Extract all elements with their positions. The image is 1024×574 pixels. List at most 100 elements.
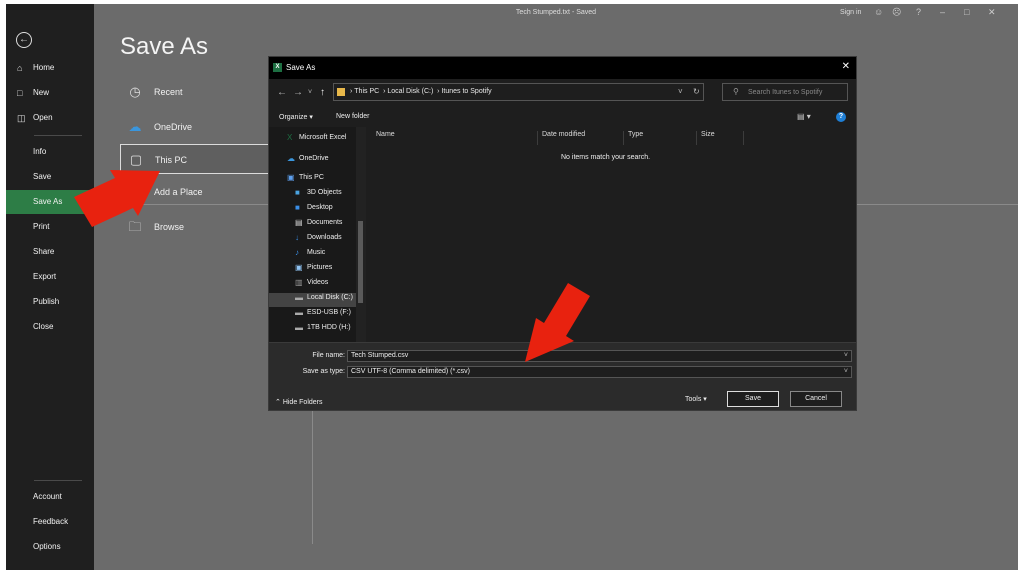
sidebar-item-print[interactable]: Print — [6, 215, 94, 239]
location-recent[interactable]: ◷ Recent — [120, 77, 270, 107]
save-as-dialog: X Save As ✕ ← → ˅ ↑ › This PC › Local Di… — [268, 56, 857, 411]
file-list[interactable]: Name Date modified Type Size No items ma… — [366, 127, 856, 342]
address-bar[interactable]: › This PC › Local Disk (C:) › Itunes to … — [333, 83, 704, 101]
tree-item-label: Videos — [307, 279, 329, 286]
tree-item-icon: ■ — [295, 203, 300, 212]
hide-folders-button[interactable]: ⌃ Hide Folders — [275, 398, 323, 406]
help-icon[interactable]: ? — [836, 112, 846, 122]
tree-item-label: ESD-USB (F:) — [307, 309, 351, 316]
tree-item-downloads[interactable]: ↓ Downloads — [295, 233, 342, 247]
chevron-down-icon[interactable]: ˅ — [678, 87, 683, 96]
tree-item-pictures[interactable]: ▣ Pictures — [295, 263, 332, 277]
computer-icon: ▢ — [129, 152, 143, 167]
frown-icon[interactable]: ☹ — [892, 7, 901, 18]
scrollbar-thumb[interactable] — [358, 221, 363, 303]
save-as-type-select[interactable]: CSV UTF-8 (Comma delimited) (*.csv) ˅ — [347, 366, 852, 378]
search-input[interactable]: ⚲ Search Itunes to Spotify — [722, 83, 848, 101]
tree-item-this-pc[interactable]: ▣ This PC — [287, 173, 324, 187]
cloud-icon: ☁ — [128, 119, 142, 134]
sidebar-item-feedback[interactable]: Feedback — [6, 510, 94, 534]
refresh-icon[interactable]: ↻ — [693, 87, 700, 96]
sidebar-item-export[interactable]: Export — [6, 265, 94, 289]
tree-item-label: Pictures — [307, 264, 333, 271]
tree-item-icon: ▬ — [295, 293, 303, 302]
view-options-icon[interactable]: ▤ ▾ — [797, 112, 811, 121]
tree-item-microsoft-excel[interactable]: X Microsoft Excel — [287, 133, 346, 147]
chevron-down-icon[interactable]: ˅ — [844, 351, 848, 361]
folder-icon: 🗀 — [128, 219, 142, 234]
breadcrumb[interactable]: Local Disk (C:) — [387, 88, 433, 95]
tree-item-videos[interactable]: ▥ Videos — [295, 278, 328, 292]
tree-item-icon: ▬ — [295, 308, 303, 317]
tree-item-desktop[interactable]: ■ Desktop — [295, 203, 333, 217]
column-header-size[interactable]: Size — [696, 131, 744, 145]
sidebar-item-share[interactable]: Share — [6, 240, 94, 264]
sidebar-item-close[interactable]: Close — [6, 315, 94, 339]
navigation-pane[interactable]: X Microsoft Excel ☁ OneDrive ▣ This PC ■ 3D Obj… — [269, 127, 366, 342]
sidebar-item-options[interactable]: Options — [6, 535, 94, 559]
maximize-icon[interactable]: □ — [964, 7, 969, 17]
clock-icon: ◷ — [129, 84, 141, 99]
tree-item-label: Desktop — [307, 204, 333, 211]
dialog-title: Save As — [286, 63, 316, 72]
location-onedrive[interactable]: ☁ OneDrive — [120, 112, 270, 142]
sign-in-link[interactable]: Sign in — [840, 9, 861, 16]
location-this-pc[interactable]: ▢ This PC — [120, 144, 270, 174]
sidebar-item-new[interactable]: □ New — [6, 81, 94, 105]
sidebar-item-open[interactable]: ◫ Open — [6, 106, 94, 130]
tree-item-icon: ↓ — [295, 233, 299, 242]
back-arrow-icon[interactable]: ← — [16, 32, 32, 48]
search-icon: ⚲ — [733, 87, 739, 96]
location-browse[interactable]: 🗀 Browse — [120, 212, 270, 242]
tree-item-icon: ■ — [295, 188, 300, 197]
sidebar-item-save-as[interactable]: Save As — [6, 190, 94, 214]
tree-item-label: This PC — [299, 174, 324, 181]
location-add-a-place[interactable]: ◑ Add a Place — [120, 177, 270, 207]
sidebar-item-info[interactable]: Info — [6, 140, 94, 164]
organize-button[interactable]: Organize ▾ — [279, 113, 313, 121]
new-document-icon: □ — [17, 88, 23, 98]
up-icon[interactable]: ↑ — [320, 87, 325, 98]
file-name-field[interactable]: Tech Stumped.csv ˅ — [347, 350, 852, 362]
sidebar-item-save[interactable]: Save — [6, 165, 94, 189]
tree-item-icon: ▣ — [295, 263, 303, 272]
tree-item-label: Microsoft Excel — [299, 134, 347, 141]
dialog-title-bar: X Save As ✕ — [269, 57, 856, 79]
column-header-type[interactable]: Type — [623, 131, 696, 145]
search-placeholder: Search Itunes to Spotify — [748, 89, 823, 96]
title-bar: Tech Stumped.txt - Saved Sign in ☺ ☹ ? –… — [94, 4, 1018, 24]
tree-item-icon: ▬ — [295, 323, 303, 332]
tools-button[interactable]: Tools ▾ — [685, 395, 707, 403]
forward-icon[interactable]: → — [293, 87, 303, 98]
dialog-close-icon[interactable]: ✕ — [842, 61, 850, 72]
tree-item-1tb-hdd-h[interactable]: ▬ 1TB HDD (H:) — [295, 323, 351, 337]
sidebar-item-account[interactable]: Account — [6, 485, 94, 509]
tree-item-documents[interactable]: ▤ Documents — [295, 218, 342, 232]
save-button[interactable]: Save — [727, 391, 779, 407]
tree-item-icon: X — [287, 133, 293, 142]
tree-item-onedrive[interactable]: ☁ OneDrive — [287, 154, 329, 168]
sidebar-item-home[interactable]: ⌂ Home — [6, 56, 94, 80]
chevron-down-icon[interactable]: ˅ — [844, 367, 848, 377]
column-header-date-modified[interactable]: Date modified — [537, 131, 623, 145]
recent-locations-icon[interactable]: ˅ — [308, 89, 312, 96]
tree-item-label: Local Disk (C:) — [307, 294, 353, 301]
back-icon[interactable]: ← — [277, 87, 287, 98]
sidebar-item-publish[interactable]: Publish — [6, 290, 94, 314]
close-icon[interactable]: ✕ — [988, 7, 996, 18]
tree-item-local-disk-c[interactable]: ▬ Local Disk (C:) — [269, 293, 357, 307]
file-name-label: File name: — [312, 352, 345, 359]
tree-item-label: Music — [307, 249, 326, 256]
tree-item-icon: ☁ — [287, 154, 295, 163]
column-header-name[interactable]: Name — [372, 131, 537, 145]
minimize-icon[interactable]: – — [940, 7, 945, 17]
new-folder-button[interactable]: New folder — [336, 113, 369, 120]
breadcrumb[interactable]: This PC — [354, 88, 379, 95]
breadcrumb[interactable]: Itunes to Spotify — [441, 88, 491, 95]
tree-item-esd-usb-f[interactable]: ▬ ESD-USB (F:) — [295, 308, 351, 322]
help-icon[interactable]: ? — [916, 7, 921, 17]
smile-icon[interactable]: ☺ — [874, 7, 883, 17]
tree-item-music[interactable]: ♪ Music — [295, 248, 325, 262]
cancel-button[interactable]: Cancel — [790, 391, 842, 407]
tree-item-3d-objects[interactable]: ■ 3D Objects — [295, 188, 342, 202]
